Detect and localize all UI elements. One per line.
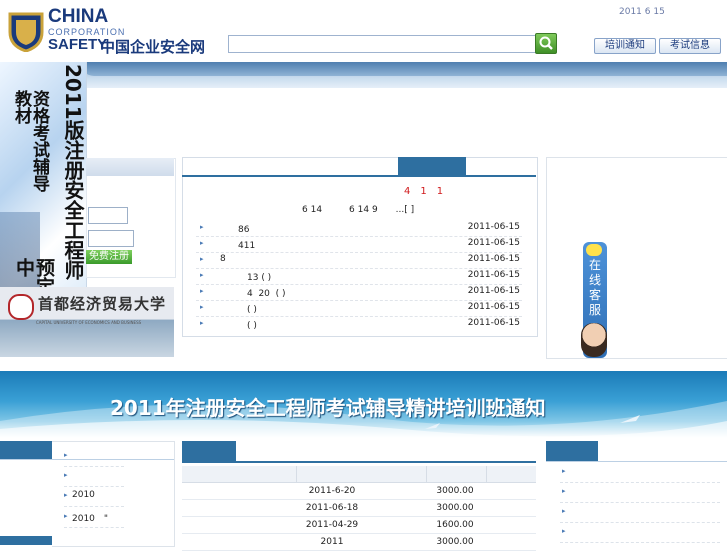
bottom-center-tab[interactable] [182, 441, 236, 461]
news-headline[interactable]: 4 1 1 [304, 182, 443, 197]
table-row[interactable]: 2011 3000.00 [182, 534, 536, 551]
date-display: 2011 6 15 [619, 7, 665, 17]
bullet-icon: ▸ [200, 223, 204, 231]
news-item[interactable]: ▸ 13 ( ) 2011-06-15 [196, 268, 522, 285]
bullet-icon: ▸ [200, 319, 204, 327]
bullet-icon: ▸ [200, 287, 204, 295]
news-item[interactable]: ▸ ( ) 2011-06-15 [196, 316, 522, 332]
bullet-icon: ▸ [562, 527, 566, 535]
bullet-icon: ▸ [200, 255, 204, 263]
column-divider [296, 466, 297, 482]
bottom-left-tab-2[interactable] [0, 536, 52, 545]
university-emblem-icon [8, 294, 34, 320]
logo-shield-icon [8, 12, 44, 52]
search-button[interactable] [535, 33, 557, 54]
promo-subtitle: 资格考试辅导教材 [11, 90, 49, 192]
news-item[interactable]: ▸ 8 2011-06-15 [196, 252, 522, 269]
university-name: 首都经济贸易大学 [38, 295, 167, 313]
online-service-label: 在线客服 [588, 258, 601, 317]
bullet-icon: ▸ [64, 491, 68, 499]
register-button[interactable]: 免费注册 [86, 250, 132, 264]
logo-cn[interactable]: 中国企业安全网 [100, 36, 205, 57]
login-header [86, 158, 174, 176]
table-row[interactable]: 2011-04-29 1600.00 [182, 517, 536, 534]
search-input[interactable] [228, 35, 536, 53]
bullet-icon: ▸ [64, 512, 68, 520]
list-item[interactable]: ▸ [560, 462, 720, 483]
bullet-icon: ▸ [200, 303, 204, 311]
bullet-icon: ▸ [200, 271, 204, 279]
university-name-en: CAPITAL UNIVERSITY OF ECONOMICS AND BUSI… [36, 320, 142, 325]
nav-band-curve [80, 62, 727, 76]
table-row[interactable]: 2011-6-20 3000.00 [182, 483, 536, 500]
column-divider [486, 466, 487, 482]
list-item[interactable]: ▸ [64, 446, 124, 467]
list-item[interactable]: ▸ 2010 [64, 486, 124, 507]
bullet-icon: ▸ [562, 467, 566, 475]
service-agent-avatar [581, 323, 607, 357]
list-item[interactable]: ▸ 2010 " [64, 507, 124, 528]
bottom-right-tab[interactable] [546, 441, 598, 461]
column-divider [426, 466, 427, 482]
password-input[interactable] [88, 230, 134, 247]
training-notice-button[interactable]: 培训通知 [594, 38, 656, 54]
username-input[interactable] [88, 207, 128, 224]
exam-info-button[interactable]: 考试信息 [659, 38, 721, 54]
list-item[interactable]: ▸ [560, 502, 720, 523]
bottom-left-tab[interactable] [0, 441, 52, 459]
news-item[interactable]: ▸ ( ) 2011-06-15 [196, 300, 522, 317]
textbook-promo[interactable]: 2011版注册安全工程师 资格考试辅导教材 预定中 [0, 62, 87, 312]
banner-title[interactable]: 2011年注册安全工程师考试辅导精讲培训班通知 [110, 392, 546, 421]
table-header [182, 466, 536, 483]
training-fee-table: 2011-6-20 3000.00 2011-06-18 3000.00 2011-… [182, 466, 536, 551]
news-tab-line [182, 175, 536, 177]
news-summary[interactable]: 6 14 6 14 9 ...[ ] [302, 202, 414, 215]
bullet-icon: ▸ [200, 239, 204, 247]
list-item[interactable]: ▸ [560, 522, 720, 543]
table-row[interactable]: 2011-06-18 3000.00 [182, 500, 536, 517]
list-item[interactable]: ▸ [64, 466, 124, 487]
news-item[interactable]: ▸ 411 2011-06-15 [196, 236, 522, 253]
logo-line1: CHINA [48, 6, 109, 27]
bullet-icon: ▸ [562, 507, 566, 515]
news-tab[interactable] [398, 157, 466, 176]
bullet-icon: ▸ [64, 451, 68, 459]
news-item[interactable]: ▸ 4 20 ( ) 2011-06-15 [196, 284, 522, 301]
news-item[interactable]: ▸ 86 2011-06-15 [196, 220, 522, 237]
right-panel [546, 157, 727, 359]
service-badge-icon [586, 244, 602, 256]
bullet-icon: ▸ [64, 471, 68, 479]
list-item[interactable]: ▸ [560, 482, 720, 503]
bullet-icon: ▸ [562, 487, 566, 495]
bottom-center-line [182, 461, 536, 463]
search-icon [539, 36, 553, 50]
